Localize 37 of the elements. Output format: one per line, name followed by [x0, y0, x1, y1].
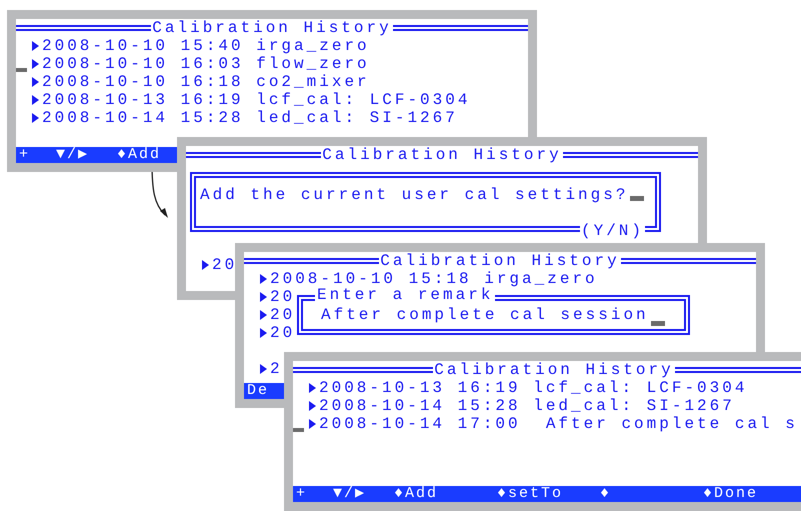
history-entry[interactable]: 2008-10-13 16:19 lcf_cal: LCF-0304 [42, 91, 470, 109]
softkey-label[interactable]: ♦ [600, 486, 612, 502]
history-entry[interactable]: 20 [270, 324, 296, 342]
window-title: Calibration History [379, 252, 621, 270]
softkey-label[interactable]: + [296, 486, 308, 502]
softkey-label[interactable]: ♦Add [117, 147, 162, 163]
row-arrow-icon [202, 260, 210, 270]
row-cursor [16, 68, 27, 72]
softkey-label[interactable]: ▼/▶ [333, 486, 366, 502]
history-entry[interactable]: 20 [270, 306, 296, 324]
window-title: Calibration History [321, 146, 563, 164]
history-entry[interactable]: 2008-10-10 15:18 irga_zero [270, 270, 598, 288]
text-cursor [650, 321, 665, 326]
window-title: Calibration History [151, 19, 393, 37]
history-entry[interactable]: 2008-10-13 16:19 lcf_cal: LCF-0304 [319, 379, 748, 397]
history-entry[interactable]: 20 [270, 288, 296, 306]
history-entry[interactable]: 2 [270, 360, 283, 378]
text-cursor [630, 196, 644, 201]
softkey-label[interactable]: ♦Done [703, 486, 758, 502]
prompt-text: Add the current user cal settings? [200, 186, 628, 204]
history-entry[interactable]: 2008-10-14 15:28 led_cal: SI-1267 [319, 397, 735, 415]
history-entry[interactable]: 2008-10-14 15:28 led_cal: SI-1267 [42, 109, 458, 127]
dialog-label: Enter a remark [315, 288, 496, 302]
row-cursor [293, 428, 304, 432]
window-title: Calibration History [433, 361, 675, 379]
history-entry[interactable]: 2008-10-10 16:18 co2_mixer [42, 73, 370, 91]
softkey-label[interactable]: ♦Add [394, 486, 438, 502]
softkey-label[interactable]: De [247, 383, 270, 399]
softkey-label[interactable]: ▼/▶ [56, 147, 90, 163]
history-entry[interactable]: 2008-10-10 16:03 flow_zero [42, 55, 370, 73]
yes-no-hint: (Y/N) [580, 224, 645, 238]
softkey-label[interactable]: ♦setTo [497, 486, 564, 502]
history-entry[interactable]: 20 [212, 256, 238, 274]
softkey-label[interactable]: + [19, 147, 30, 163]
history-entry[interactable]: 2008-10-14 17:00 After complete cal s [319, 415, 798, 433]
history-entry[interactable]: 2008-10-10 15:40 irga_zero [42, 37, 370, 55]
row-arrow-icon [260, 364, 268, 374]
